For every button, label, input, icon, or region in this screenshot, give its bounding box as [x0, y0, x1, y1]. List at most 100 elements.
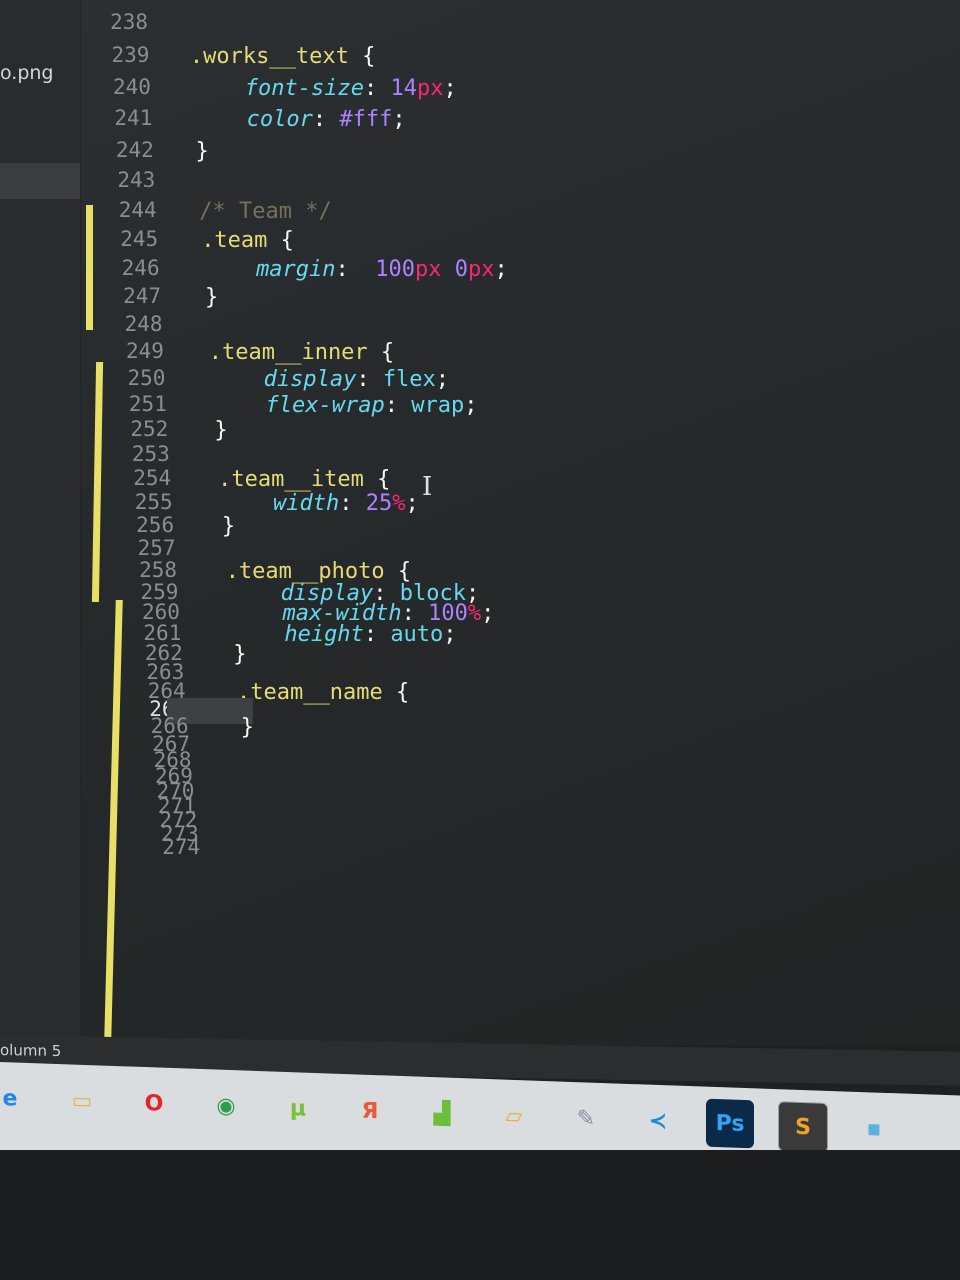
line-number: 251: [128, 391, 167, 416]
window-app-icon[interactable]: ▪: [850, 1104, 898, 1154]
code-line[interactable]: font-size: 14px;: [192, 75, 457, 103]
code-token-unit: %: [392, 491, 406, 517]
sidebar-file-label[interactable]: o.png: [0, 62, 54, 84]
code-token-unit: px: [415, 257, 442, 283]
line-number: 243: [117, 168, 156, 192]
code-line[interactable]: height: auto;: [231, 621, 456, 649]
chrome-icon[interactable]: ◉: [202, 1081, 250, 1131]
code-token-unit: %: [467, 601, 482, 627]
code-line[interactable]: }: [241, 714, 254, 742]
chart-app-icon[interactable]: ▟: [418, 1089, 466, 1139]
code-token-unit: px: [468, 257, 495, 283]
code-token-punc: :: [339, 491, 366, 517]
git-change-marker: [91, 362, 104, 602]
code-line[interactable]: /* Team */: [199, 198, 331, 226]
code-token-sel: .team: [201, 228, 268, 254]
code-token-val: wrap: [411, 392, 465, 418]
code-line[interactable]: display: flex;: [211, 366, 449, 394]
code-token-punc: {: [363, 467, 391, 493]
line-number: 256: [136, 513, 175, 538]
git-change-marker: [104, 600, 123, 1040]
code-line[interactable]: }: [205, 284, 218, 312]
line-number: 249: [126, 339, 164, 364]
monitor-bezel: [0, 1150, 960, 1280]
code-line[interactable]: .team__inner {: [209, 339, 394, 367]
code-token-punc: ;: [392, 107, 406, 133]
code-token-unit: px: [416, 75, 444, 101]
code-token-punc: ;: [405, 491, 419, 517]
editor-screen: o.png 238 239 .works__text {240 font-size:…: [0, 0, 960, 1045]
file-explorer-icon[interactable]: ▭: [58, 1076, 106, 1126]
notebook-app-icon-glyph: ▱: [505, 1103, 523, 1129]
code-line[interactable]: }: [222, 513, 235, 541]
code-line[interactable]: width: 25%;: [220, 490, 419, 518]
code-token-punc: [213, 393, 266, 418]
line-number: 248: [124, 312, 163, 336]
line-number: 254: [133, 466, 172, 491]
code-token-prop: color: [246, 107, 313, 133]
line-number: 253: [131, 442, 170, 466]
code-line[interactable]: .works__text {: [190, 43, 375, 71]
code-line[interactable]: }: [214, 417, 227, 445]
code-token-val: auto: [390, 621, 444, 647]
code-line[interactable]: color: #fff;: [194, 106, 406, 134]
code-token-punc: :: [384, 392, 412, 418]
opera-icon[interactable]: O: [130, 1079, 178, 1129]
code-line[interactable]: }: [233, 641, 246, 669]
code-token-punc: ;: [443, 621, 457, 647]
code-token-punc: ;: [481, 601, 495, 627]
sublime-text-icon[interactable]: S: [778, 1101, 828, 1153]
code-token-punc: :: [312, 107, 340, 133]
code-token-punc: ;: [464, 392, 478, 418]
utorrent-icon[interactable]: µ: [274, 1084, 322, 1134]
chrome-icon-glyph: ◉: [216, 1093, 236, 1119]
utorrent-icon-glyph: µ: [289, 1095, 307, 1122]
paint-app-icon[interactable]: ✎: [562, 1094, 610, 1144]
code-token-punc: ;: [435, 366, 450, 392]
code-token-punc: }: [195, 138, 209, 164]
line-number: 246: [121, 256, 160, 281]
code-token-sel: .team__inner: [208, 340, 368, 366]
chart-app-icon-glyph: ▟: [433, 1100, 451, 1127]
ie-icon[interactable]: e: [0, 1074, 34, 1124]
window-app-icon-glyph: ▪: [866, 1115, 882, 1142]
sidebar: o.png: [0, 0, 81, 1045]
vscode-icon-glyph: ≺: [648, 1108, 668, 1134]
code-token-punc: ;: [443, 75, 457, 101]
code-token-val: flex: [382, 366, 436, 392]
sublime-text-icon-glyph: S: [795, 1114, 811, 1140]
photoshop-icon[interactable]: Ps: [706, 1098, 754, 1149]
line-number: 258: [139, 558, 177, 582]
code-token-punc: }: [204, 285, 219, 311]
code-line[interactable]: margin: 100px 0px;: [203, 256, 508, 284]
code-line[interactable]: .team {: [201, 227, 294, 255]
line-number: 241: [114, 106, 153, 131]
code-token-sel: .works__text: [189, 43, 349, 69]
code-token-punc: }: [221, 514, 236, 540]
code-line[interactable]: }: [196, 138, 209, 166]
code-token-num: 14: [390, 75, 417, 101]
code-token-num: 0: [454, 257, 469, 283]
code-token-sel: .team__name: [237, 679, 383, 705]
code-token-cmt: /* Team */: [199, 198, 332, 224]
code-token-punc: [194, 107, 247, 132]
photoshop-icon-glyph: Ps: [715, 1110, 745, 1137]
vscode-icon[interactable]: ≺: [634, 1096, 682, 1146]
line-number: 240: [112, 74, 151, 99]
notebook-app-icon[interactable]: ▱: [490, 1091, 538, 1141]
code-token-num: 100: [375, 257, 416, 283]
code-token-punc: }: [214, 418, 228, 444]
sidebar-selected-row[interactable]: [0, 163, 80, 199]
line-number: 244: [118, 197, 157, 222]
code-token-num: #fff: [339, 107, 393, 133]
line-number: 245: [120, 227, 159, 252]
code-token-prop: margin: [256, 257, 336, 283]
code-token-punc: :: [335, 257, 376, 283]
status-cursor-position: olumn 5: [0, 1041, 62, 1061]
code-line[interactable]: flex-wrap: wrap;: [213, 392, 478, 420]
code-line[interactable]: .team__name {: [237, 679, 409, 707]
code-token-punc: [211, 367, 264, 392]
code-token-punc: :: [356, 366, 383, 392]
yandex-browser-icon[interactable]: Я: [346, 1086, 394, 1136]
line-number: 238: [110, 10, 148, 34]
